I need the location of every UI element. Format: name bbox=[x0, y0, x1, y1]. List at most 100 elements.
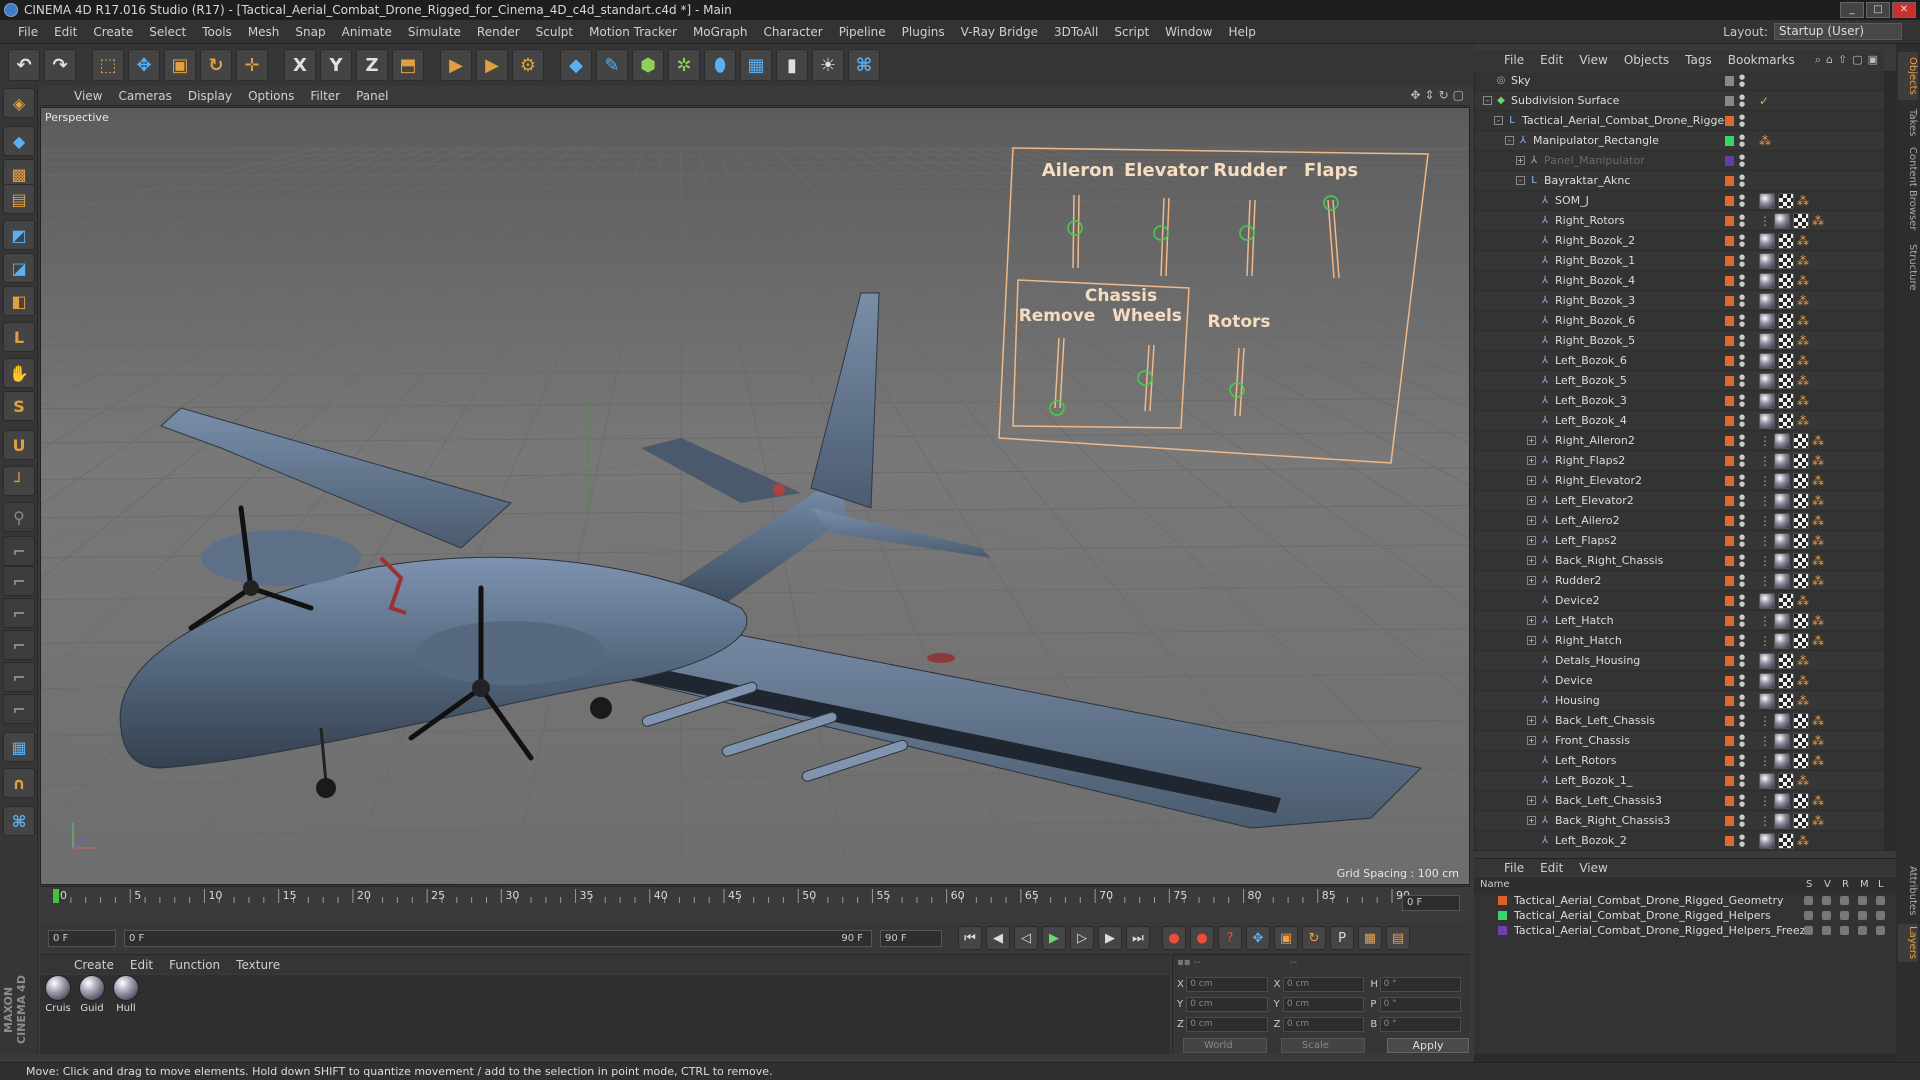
visibility-dots[interactable]: ● ● bbox=[1739, 614, 1745, 628]
side-tab-attributes[interactable]: Attributes bbox=[1898, 862, 1918, 920]
constraint-tag-icon[interactable]: ⋮ bbox=[1759, 433, 1771, 449]
visibility-dots[interactable]: ● ● bbox=[1739, 594, 1745, 608]
uvw-tag-icon[interactable] bbox=[1793, 793, 1809, 809]
uvw-tag-icon[interactable] bbox=[1793, 513, 1809, 529]
lock-flag-icon[interactable] bbox=[1876, 896, 1885, 905]
uvw-tag-icon[interactable] bbox=[1793, 753, 1809, 769]
visibility-dots[interactable]: ● ● bbox=[1739, 794, 1745, 808]
coord-value-field[interactable]: 0 cm bbox=[1186, 977, 1268, 992]
material-tag-icon[interactable] bbox=[1774, 813, 1790, 829]
menu-sculpt[interactable]: Sculpt bbox=[528, 25, 581, 39]
side-tab-structure[interactable]: Structure bbox=[1898, 240, 1918, 294]
uvw-tag-icon[interactable] bbox=[1778, 273, 1794, 289]
ik-tag-icon[interactable]: ⁂ bbox=[1812, 733, 1824, 749]
solo-icon[interactable]: S bbox=[3, 391, 35, 421]
object-row[interactable]: ⅄ Detals_Housing ● ● ⁂ bbox=[1475, 651, 1884, 671]
material-tag-icon[interactable] bbox=[1759, 293, 1775, 309]
visibility-dots[interactable]: ● ● bbox=[1739, 634, 1745, 648]
side-tab-content-browser[interactable]: Content Browser bbox=[1898, 144, 1918, 234]
layer-color-swatch[interactable] bbox=[1725, 116, 1734, 126]
visibility-dots[interactable]: ● ● bbox=[1739, 154, 1745, 168]
expand-icon[interactable]: + bbox=[1527, 496, 1536, 505]
material-tag-icon[interactable] bbox=[1774, 733, 1790, 749]
expand-icon[interactable]: + bbox=[1527, 636, 1536, 645]
visible-flag-icon[interactable] bbox=[1822, 896, 1831, 905]
constraint-tag-icon[interactable]: ⋮ bbox=[1759, 753, 1771, 769]
ik-tag-icon[interactable]: ⁂ bbox=[1797, 373, 1809, 389]
layer-color-swatch[interactable] bbox=[1725, 196, 1734, 206]
render-flag-icon[interactable] bbox=[1840, 926, 1849, 935]
drone-model[interactable] bbox=[119, 292, 1423, 829]
material-tag-icon[interactable] bbox=[1759, 673, 1775, 689]
object-menu-tags[interactable]: Tags bbox=[1677, 53, 1720, 67]
uvw-tag-icon[interactable] bbox=[1778, 353, 1794, 369]
expand-icon[interactable]: + bbox=[1527, 736, 1536, 745]
material-tag-icon[interactable] bbox=[1759, 773, 1775, 789]
material-tag-icon[interactable] bbox=[1759, 333, 1775, 349]
ik-tag-icon[interactable]: ⁂ bbox=[1812, 473, 1824, 489]
menu-render[interactable]: Render bbox=[469, 25, 528, 39]
material-tag-icon[interactable] bbox=[1759, 833, 1775, 849]
manager-flag-icon[interactable] bbox=[1858, 911, 1867, 920]
material-tag-icon[interactable] bbox=[1759, 193, 1775, 209]
pen-icon[interactable]: ✎ bbox=[596, 49, 628, 81]
layer-color-swatch[interactable] bbox=[1725, 456, 1734, 466]
visibility-dots[interactable]: ● ● bbox=[1739, 574, 1745, 588]
menu-window[interactable]: Window bbox=[1157, 25, 1220, 39]
z-axis-icon[interactable]: Z bbox=[356, 49, 388, 81]
python-icon[interactable]: ⌘ bbox=[848, 49, 880, 81]
visibility-dots[interactable]: ● ● bbox=[1739, 74, 1745, 88]
layer-row[interactable]: Tactical_Aerial_Combat_Drone_Rigged_Help… bbox=[1474, 923, 1896, 938]
ik-tag-icon[interactable]: ⁂ bbox=[1812, 813, 1824, 829]
visibility-dots[interactable]: ● ● bbox=[1739, 234, 1745, 248]
uvw-tag-icon[interactable] bbox=[1793, 573, 1809, 589]
material-tag-icon[interactable] bbox=[1759, 313, 1775, 329]
enabled-check-icon[interactable]: ✓ bbox=[1759, 93, 1771, 109]
object-menu-bookmarks[interactable]: Bookmarks bbox=[1720, 53, 1803, 67]
material-tag-icon[interactable] bbox=[1774, 213, 1790, 229]
home-icon[interactable]: ⌂ bbox=[1826, 53, 1833, 67]
menu-file[interactable]: File bbox=[10, 25, 46, 39]
ik-tag-icon[interactable]: ⁂ bbox=[1797, 193, 1809, 209]
layer-color-swatch[interactable] bbox=[1725, 396, 1734, 406]
edges-mode-icon[interactable]: ◪ bbox=[3, 253, 35, 283]
ik-tag-icon[interactable]: ⁂ bbox=[1797, 293, 1809, 309]
key-pla-icon[interactable]: ▦ bbox=[1358, 926, 1382, 950]
layout-dropdown[interactable]: Startup (User) bbox=[1774, 23, 1902, 40]
visible-flag-icon[interactable] bbox=[1822, 911, 1831, 920]
menu-script[interactable]: Script bbox=[1106, 25, 1157, 39]
visibility-dots[interactable]: ● ● bbox=[1739, 654, 1745, 668]
uvw-tag-icon[interactable] bbox=[1778, 373, 1794, 389]
object-row[interactable]: ⅄ Right_Bozok_4 ● ● ⁂ bbox=[1475, 271, 1884, 291]
object-row[interactable]: - L Bayraktar_Aknc ● ● bbox=[1475, 171, 1884, 191]
object-menu-edit[interactable]: Edit bbox=[1532, 53, 1571, 67]
layer-color-swatch[interactable] bbox=[1725, 576, 1734, 586]
object-row[interactable]: ◎ Sky ● ● bbox=[1475, 71, 1884, 91]
record-keys-icon[interactable]: ● bbox=[1162, 926, 1186, 950]
expand-icon[interactable]: + bbox=[1527, 476, 1536, 485]
constraint-tag-icon[interactable]: ⋮ bbox=[1759, 573, 1771, 589]
floor-icon[interactable]: ▦ bbox=[740, 49, 772, 81]
ik-tag-icon[interactable]: ⁂ bbox=[1797, 253, 1809, 269]
expand-icon[interactable]: + bbox=[1527, 576, 1536, 585]
object-row[interactable]: ⅄ Right_Bozok_1 ● ● ⁂ bbox=[1475, 251, 1884, 271]
solo-flag-icon[interactable] bbox=[1804, 896, 1813, 905]
visibility-dots[interactable]: ● ● bbox=[1739, 274, 1745, 288]
visibility-dots[interactable]: ● ● bbox=[1739, 294, 1745, 308]
menu-snap[interactable]: Snap bbox=[287, 25, 333, 39]
ik-tag-icon[interactable]: ⁂ bbox=[1812, 793, 1824, 809]
constraint-tag-icon[interactable]: ⋮ bbox=[1759, 213, 1771, 229]
layer-color-swatch[interactable] bbox=[1725, 656, 1734, 666]
uvw-tag-icon[interactable] bbox=[1793, 733, 1809, 749]
object-row[interactable]: ⅄ Housing ● ● ⁂ bbox=[1475, 691, 1884, 711]
key-param-icon[interactable]: P bbox=[1330, 926, 1354, 950]
uvw-tag-icon[interactable] bbox=[1793, 213, 1809, 229]
go-to-end-icon[interactable]: ⏭ bbox=[1126, 926, 1150, 950]
ik-tag-icon[interactable]: ⁂ bbox=[1812, 213, 1824, 229]
enable-axis-icon[interactable]: ┘ bbox=[3, 466, 35, 496]
sculpt-icon[interactable]: ⌐ bbox=[3, 566, 35, 596]
knife-icon[interactable]: ⚲ bbox=[3, 502, 35, 532]
layer-color-swatch[interactable] bbox=[1725, 556, 1734, 566]
layer-color-swatch[interactable] bbox=[1725, 336, 1734, 346]
layer-color-swatch[interactable] bbox=[1725, 536, 1734, 546]
